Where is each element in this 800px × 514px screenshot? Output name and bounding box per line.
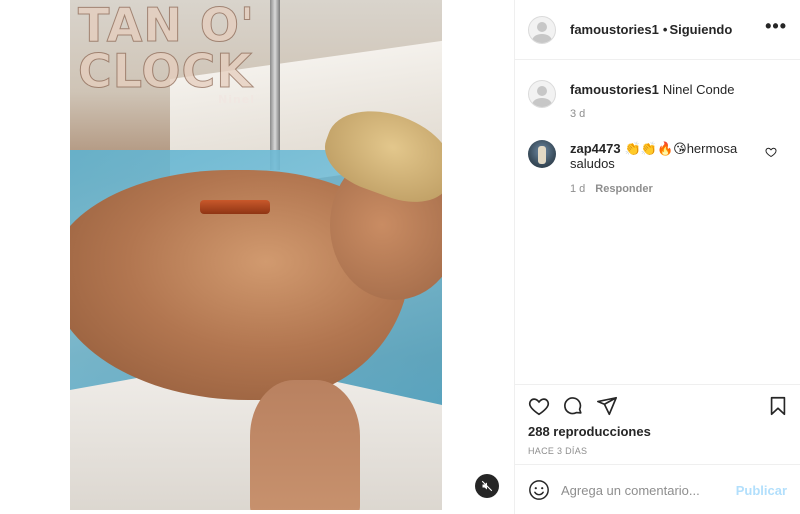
caption-text: Ninel Conde <box>662 82 735 97</box>
video-watermark: TAN O' CLOCK Ninel <box>77 2 256 106</box>
caption: famoustories1 Ninel Conde <box>570 82 790 98</box>
header-separator: • <box>662 22 668 37</box>
comment-time[interactable]: 1 d <box>570 183 585 195</box>
action-bar <box>515 384 800 385</box>
watermark-sub: Ninel <box>218 93 256 106</box>
bottle-shape <box>200 200 270 214</box>
author-avatar[interactable] <box>528 16 556 44</box>
more-options-icon[interactable]: ••• <box>765 16 787 36</box>
comment-username[interactable]: zap4473 <box>570 141 621 156</box>
header-username[interactable]: famoustories1 <box>570 22 659 37</box>
media-area: TAN O' CLOCK Ninel <box>0 0 514 514</box>
comment-like-icon[interactable] <box>765 146 777 158</box>
caption-username[interactable]: famoustories1 <box>570 82 659 97</box>
header-user-line: famoustories1 • Siguiendo <box>570 22 732 37</box>
speaker-muted-icon <box>481 480 493 492</box>
view-count[interactable]: 288 reproducciones <box>528 424 651 439</box>
post-date[interactable]: HACE 3 DÍAS <box>528 446 587 456</box>
comment-icon[interactable] <box>562 395 584 417</box>
comment-meta: 1 d Responder <box>570 183 653 195</box>
emoji-icon[interactable] <box>528 479 550 501</box>
caption-avatar[interactable] <box>528 80 556 108</box>
caption-time[interactable]: 3 d <box>570 108 585 120</box>
mute-button[interactable] <box>475 474 499 498</box>
bookmark-icon[interactable] <box>767 395 789 417</box>
watermark-line2: CLOCK <box>78 44 253 98</box>
post-video[interactable]: TAN O' CLOCK Ninel <box>70 0 442 510</box>
umbrella-pole-shape <box>270 0 280 170</box>
paper-plane-icon[interactable] <box>596 395 618 417</box>
post-header: famoustories1 • Siguiendo ••• <box>515 0 800 60</box>
follow-status-button[interactable]: Siguiendo <box>669 22 732 37</box>
heart-icon[interactable] <box>528 395 550 417</box>
publish-button[interactable]: Publicar <box>736 483 787 498</box>
comment-item: zap4473 👏👏🔥😘hermosa saludos <box>570 141 760 171</box>
comment-avatar[interactable] <box>528 140 556 168</box>
reply-button[interactable]: Responder <box>595 183 652 195</box>
figure-arm-shape <box>250 380 360 510</box>
post-side-panel: famoustories1 • Siguiendo ••• famoustories… <box>514 0 800 514</box>
comment-composer: Publicar <box>515 464 800 514</box>
comment-input[interactable] <box>561 480 731 500</box>
